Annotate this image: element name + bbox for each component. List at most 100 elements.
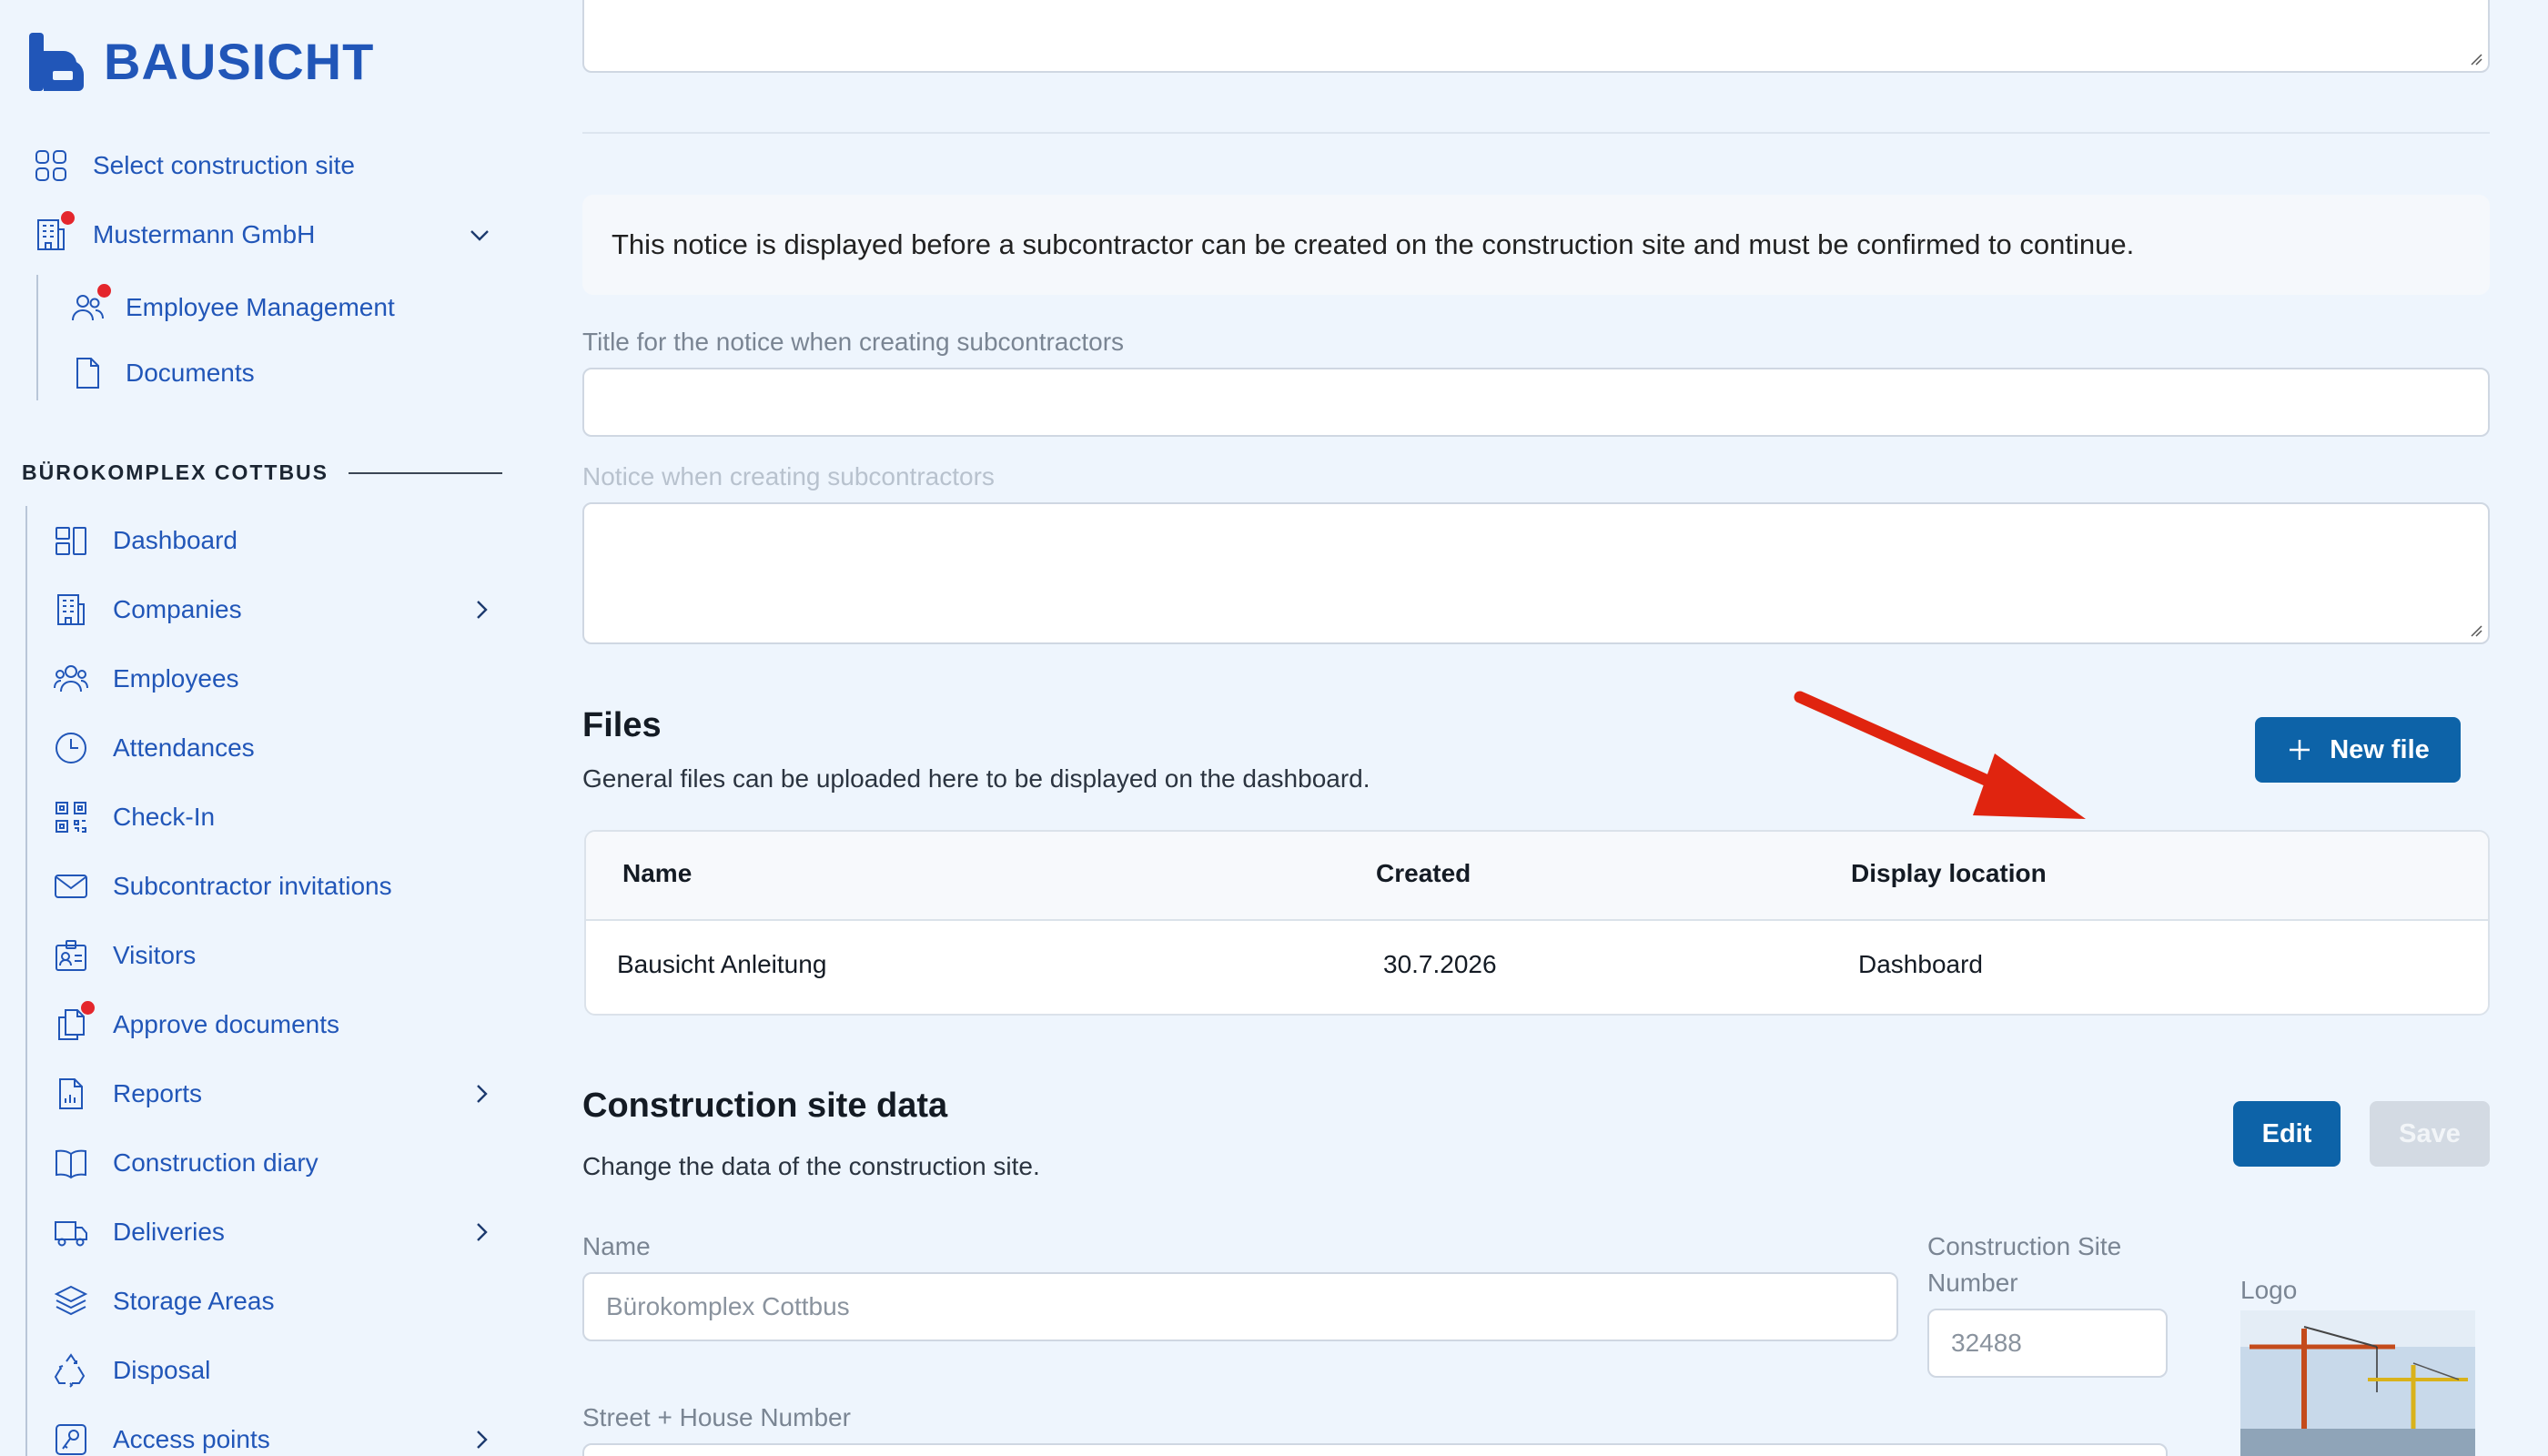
site-name-value: Bürokomplex Cottbus bbox=[606, 1292, 850, 1320]
nav-dashboard[interactable]: Dashboard bbox=[51, 521, 238, 561]
site-data-description: Change the data of the construction site… bbox=[582, 1152, 1040, 1180]
nav-reports[interactable]: Reports bbox=[51, 1074, 202, 1114]
new-file-label: New file bbox=[2330, 734, 2430, 764]
chevron-right-icon[interactable] bbox=[468, 596, 495, 623]
annotation-arrow-icon bbox=[1794, 691, 2086, 819]
select-site-label: Select construction site bbox=[93, 151, 355, 179]
company-menu[interactable]: Mustermann GmbH bbox=[31, 211, 316, 255]
site-logo-image[interactable] bbox=[2240, 1310, 2475, 1456]
nav-label: Employees bbox=[113, 664, 239, 693]
edit-label: Edit bbox=[2261, 1118, 2312, 1148]
documents-icon bbox=[51, 1001, 95, 1045]
notification-dot bbox=[81, 1001, 95, 1015]
site-number-input[interactable]: 32488 bbox=[1927, 1309, 2168, 1378]
files-table-header: Name Created Display location bbox=[586, 832, 2488, 921]
chevron-right-icon[interactable] bbox=[468, 1218, 495, 1246]
nav-label: Deliveries bbox=[113, 1218, 225, 1246]
column-header-display-location: Display location bbox=[1851, 859, 2047, 887]
save-button[interactable]: Save bbox=[2370, 1101, 2490, 1167]
nav-label: Construction diary bbox=[113, 1148, 318, 1177]
nav-approve-documents[interactable]: Approve documents bbox=[51, 1001, 340, 1045]
notice-title-input[interactable] bbox=[582, 368, 2490, 437]
site-name-label: Name bbox=[582, 1232, 651, 1260]
files-description: General files can be uploaded here to be… bbox=[582, 764, 1370, 793]
chevron-right-icon[interactable] bbox=[468, 1426, 495, 1453]
resize-grip-icon bbox=[2471, 625, 2482, 637]
bausicht-logo-icon bbox=[29, 33, 84, 91]
book-icon bbox=[51, 1143, 91, 1183]
nav-subcontractor-invitations[interactable]: Subcontractor invitations bbox=[51, 866, 392, 906]
site-name-input[interactable]: Bürokomplex Cottbus bbox=[582, 1272, 1898, 1341]
nav-label: Attendances bbox=[113, 733, 255, 762]
nav-label: Reports bbox=[113, 1079, 203, 1107]
save-label: Save bbox=[2399, 1118, 2461, 1148]
employee-management-link[interactable]: Employee Management bbox=[67, 284, 395, 328]
sidebar: BAUSICHT Select construction site Muster… bbox=[0, 0, 528, 1456]
files-heading: Files bbox=[582, 706, 662, 744]
nav-construction-diary[interactable]: Construction diary bbox=[51, 1143, 318, 1183]
section-guide-line bbox=[25, 506, 27, 1456]
badge-icon bbox=[51, 935, 91, 976]
plus-icon bbox=[2290, 740, 2310, 760]
nav-storage-areas[interactable]: Storage Areas bbox=[51, 1281, 274, 1321]
nav-visitors[interactable]: Visitors bbox=[51, 935, 196, 976]
notification-dot bbox=[97, 284, 111, 298]
truck-icon bbox=[51, 1212, 91, 1252]
nav-label: Approve documents bbox=[113, 1010, 340, 1038]
nav-label: Storage Areas bbox=[113, 1287, 275, 1315]
documents-link[interactable]: Documents bbox=[67, 353, 255, 393]
previous-textarea[interactable] bbox=[582, 0, 2490, 73]
brand-name: BAUSICHT bbox=[104, 33, 375, 90]
clock-icon bbox=[51, 728, 91, 768]
nav-label: Companies bbox=[113, 595, 242, 623]
access-icon bbox=[51, 1420, 91, 1456]
notice-body-textarea[interactable] bbox=[582, 502, 2490, 644]
nav-access-points[interactable]: Access points bbox=[51, 1420, 270, 1456]
nav-label: Subcontractor invitations bbox=[113, 872, 392, 900]
nav-label: Visitors bbox=[113, 941, 197, 969]
nav-employees[interactable]: Employees bbox=[51, 659, 239, 699]
file-name-cell[interactable]: Bausicht Anleitung bbox=[617, 950, 826, 979]
column-header-name: Name bbox=[622, 859, 693, 887]
notice-info-text: This notice is displayed before a subcon… bbox=[612, 228, 2135, 260]
documents-label: Documents bbox=[126, 359, 255, 387]
construction-crane-image bbox=[2240, 1310, 2475, 1456]
submenu-guide-line bbox=[36, 275, 38, 400]
nav-disposal[interactable]: Disposal bbox=[51, 1350, 210, 1390]
chevron-right-icon[interactable] bbox=[468, 1080, 495, 1107]
street-input[interactable] bbox=[582, 1443, 2168, 1456]
envelope-icon bbox=[51, 866, 91, 906]
layers-icon bbox=[51, 1281, 91, 1321]
chevron-down-icon[interactable] bbox=[466, 221, 493, 248]
site-section-header: BÜROKOMPLEX COTTBUS bbox=[22, 460, 502, 485]
users-icon bbox=[67, 284, 111, 328]
nav-label: Check-In bbox=[113, 803, 216, 831]
files-table: Name Created Display location Bausicht A… bbox=[584, 830, 2490, 1016]
select-site-link[interactable]: Select construction site bbox=[31, 146, 355, 186]
nav-deliveries[interactable]: Deliveries bbox=[51, 1212, 225, 1252]
nav-label: Access points bbox=[113, 1425, 270, 1453]
new-file-button[interactable]: New file bbox=[2255, 717, 2461, 783]
brand-logo[interactable]: BAUSICHT bbox=[27, 33, 374, 91]
file-location-cell: Dashboard bbox=[1858, 950, 1983, 978]
dashboard-icon bbox=[51, 521, 91, 561]
nav-attendances[interactable]: Attendances bbox=[51, 728, 255, 768]
main-content: This notice is displayed before a subcon… bbox=[582, 0, 2490, 1456]
nav-check-in[interactable]: Check-In bbox=[51, 797, 215, 837]
nav-label: Disposal bbox=[113, 1356, 211, 1384]
resize-grip-icon bbox=[2471, 54, 2482, 66]
nav-companies[interactable]: Companies bbox=[51, 590, 242, 630]
site-number-label-2: Number bbox=[1927, 1269, 2018, 1297]
building-icon bbox=[31, 211, 75, 255]
qr-code-icon bbox=[51, 797, 91, 837]
edit-button[interactable]: Edit bbox=[2233, 1101, 2341, 1167]
notice-body-label: Notice when creating subcontractors bbox=[582, 462, 995, 490]
site-data-heading: Construction site data bbox=[582, 1087, 948, 1125]
notice-info-box: This notice is displayed before a subcon… bbox=[582, 195, 2490, 295]
street-label: Street + House Number bbox=[582, 1403, 851, 1431]
company-label: Mustermann GmbH bbox=[93, 220, 316, 248]
building-icon bbox=[51, 590, 91, 630]
divider bbox=[582, 132, 2490, 134]
site-number-value: 32488 bbox=[1951, 1329, 2022, 1357]
employee-management-label: Employee Management bbox=[126, 293, 395, 321]
